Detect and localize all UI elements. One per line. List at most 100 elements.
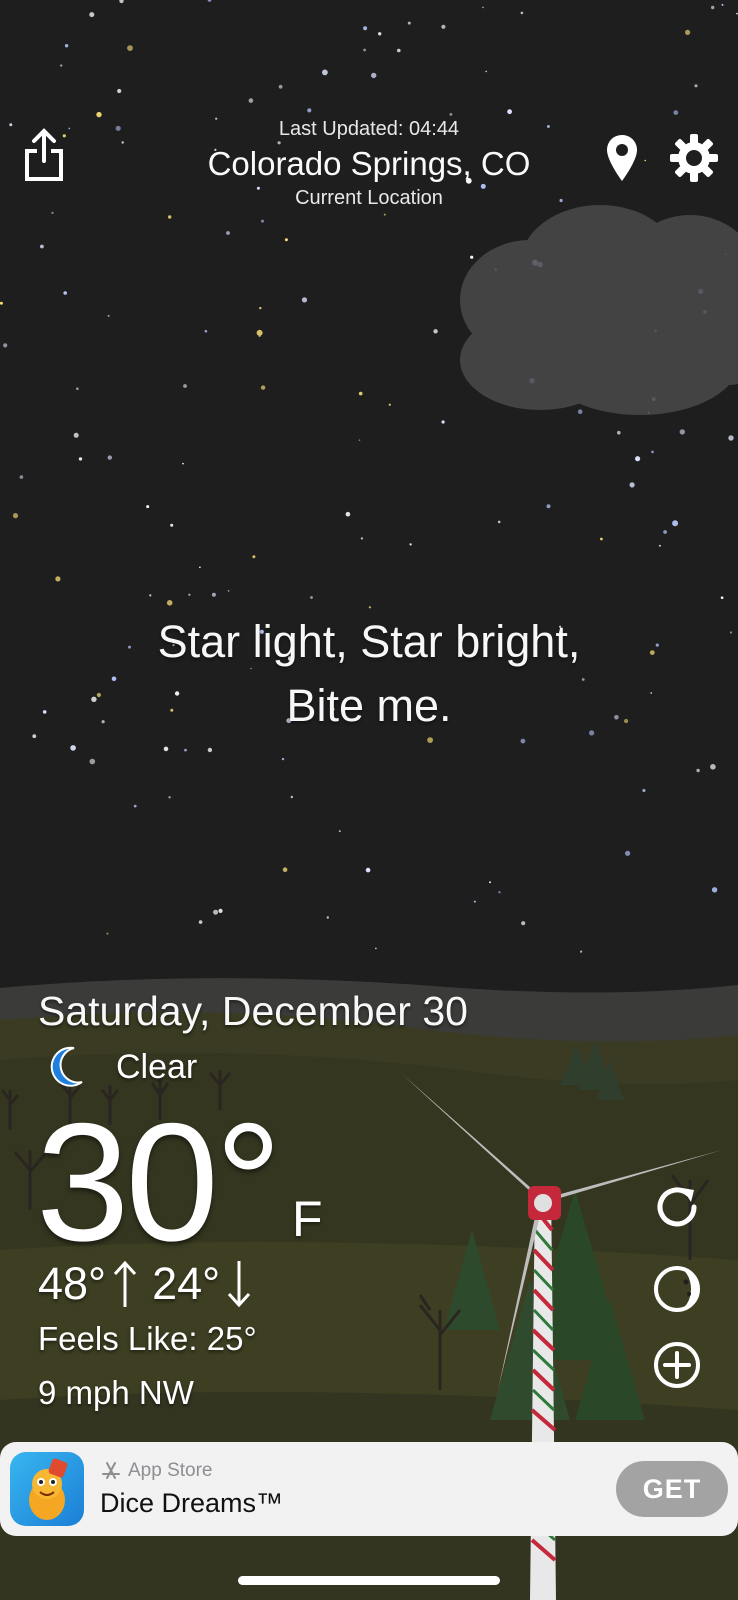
star	[721, 3, 724, 6]
star	[149, 594, 152, 597]
star	[407, 21, 411, 25]
star	[248, 98, 254, 103]
star	[635, 456, 641, 462]
star	[107, 314, 110, 317]
quote-text: Star light, Star bright, Bite me.	[0, 610, 738, 738]
temperature-unit[interactable]: F	[292, 1190, 323, 1248]
star	[498, 891, 501, 894]
star	[166, 600, 173, 606]
star	[73, 432, 79, 438]
star	[199, 566, 201, 569]
star	[19, 475, 24, 479]
ad-banner[interactable]: App Store Dice Dreams™ GET	[0, 1442, 738, 1536]
star	[371, 72, 377, 79]
moon-phase-icon	[654, 1266, 700, 1312]
star	[449, 113, 453, 116]
star	[106, 932, 109, 935]
refresh-button[interactable]	[650, 1180, 704, 1234]
star	[489, 881, 491, 884]
star	[473, 900, 476, 903]
star	[696, 768, 700, 773]
condition-row: Clear	[48, 1046, 197, 1088]
star	[326, 916, 329, 919]
star	[600, 537, 603, 541]
forecast-date: Saturday, December 30	[38, 988, 468, 1034]
star	[521, 921, 526, 926]
star	[482, 6, 484, 9]
current-temperature: 30°	[36, 1088, 282, 1276]
star	[720, 596, 724, 599]
star	[278, 84, 283, 89]
star	[672, 520, 679, 527]
star	[580, 950, 583, 953]
feels-like-text: Feels Like: 25°	[38, 1320, 257, 1357]
settings-button[interactable]	[668, 132, 720, 184]
star	[261, 219, 264, 223]
background-scene	[0, 0, 738, 1600]
star	[55, 576, 61, 582]
ad-source-label: App Store	[128, 1459, 213, 1481]
star	[617, 430, 621, 435]
quote-line-1: Star light, Star bright,	[157, 616, 581, 667]
app-store-icon	[102, 1461, 120, 1479]
star	[383, 213, 386, 216]
star	[507, 109, 512, 115]
star	[388, 403, 391, 406]
star	[107, 455, 113, 460]
gear-icon	[670, 134, 718, 182]
star	[307, 108, 312, 113]
location-button[interactable]	[602, 132, 642, 184]
star	[485, 70, 488, 73]
ad-title: Dice Dreams™	[100, 1487, 284, 1518]
star	[60, 64, 63, 67]
star	[358, 439, 361, 442]
app-icon[interactable]	[10, 1452, 84, 1526]
star	[170, 523, 174, 527]
star	[497, 520, 501, 524]
location-pin-icon	[607, 135, 637, 181]
star	[685, 29, 691, 35]
star	[96, 111, 102, 118]
star	[252, 555, 256, 559]
star	[663, 530, 667, 534]
star	[577, 409, 583, 415]
star	[183, 384, 187, 388]
star	[207, 747, 213, 753]
condition-label: Clear	[116, 1047, 198, 1086]
star	[728, 435, 734, 441]
star	[546, 504, 551, 509]
star	[133, 804, 137, 808]
home-indicator[interactable]	[238, 1576, 500, 1585]
star	[360, 537, 363, 540]
quote-line-2: Bite me.	[286, 680, 452, 731]
star	[433, 329, 438, 334]
arrow-down-icon	[228, 1261, 251, 1308]
star	[117, 88, 122, 94]
star	[198, 920, 203, 924]
star	[375, 947, 377, 950]
get-button[interactable]: GET	[616, 1461, 728, 1517]
star	[282, 867, 288, 872]
star	[629, 482, 635, 488]
star	[182, 462, 184, 465]
star	[642, 788, 646, 793]
star	[378, 32, 382, 36]
star	[163, 746, 169, 752]
wind-text: 9 mph NW	[38, 1374, 194, 1411]
star	[679, 429, 685, 435]
star	[76, 387, 79, 391]
star	[168, 215, 172, 219]
star	[310, 596, 313, 599]
star	[673, 110, 679, 115]
star	[259, 306, 262, 310]
star	[78, 457, 83, 461]
add-location-button[interactable]	[650, 1338, 704, 1392]
star	[70, 745, 76, 751]
star	[694, 84, 698, 88]
star	[322, 69, 328, 76]
dice-dreams-logo-icon	[29, 1458, 68, 1520]
star	[625, 850, 631, 856]
star	[256, 329, 263, 336]
star	[89, 12, 95, 18]
moon-phase-button[interactable]	[650, 1262, 704, 1316]
